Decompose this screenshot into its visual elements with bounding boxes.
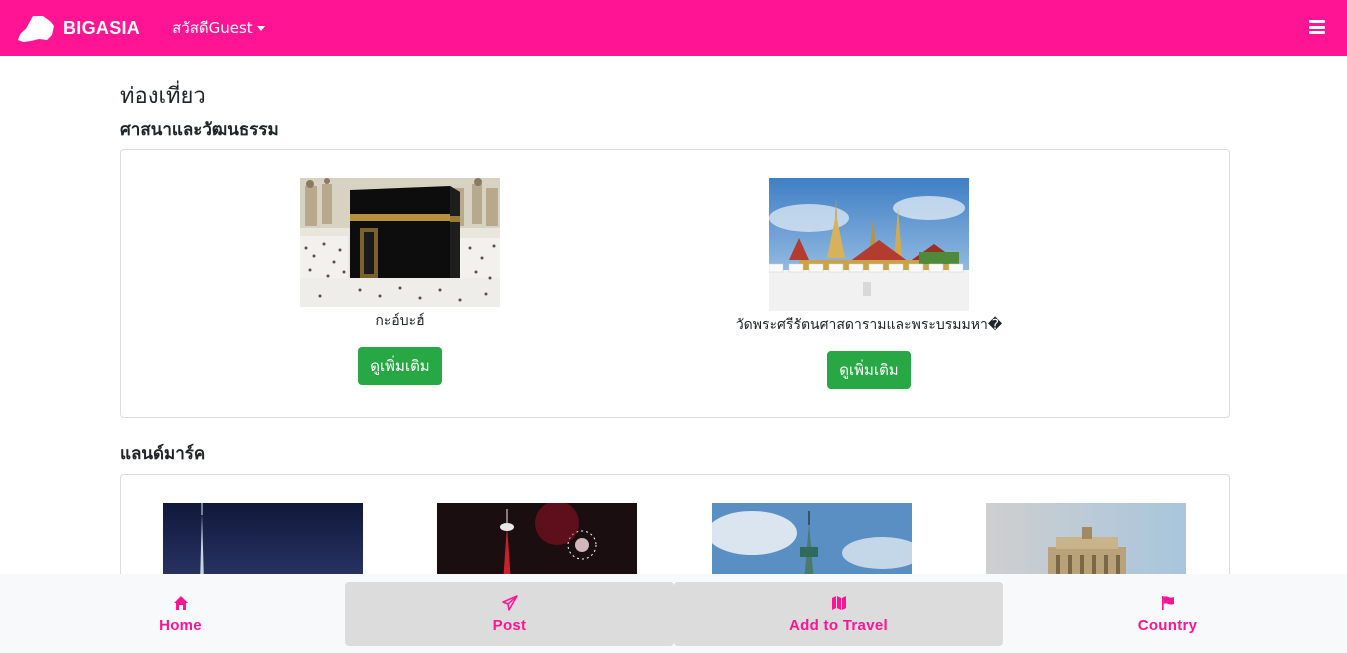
landmark-image-2[interactable] (437, 503, 637, 583)
nav-post[interactable]: Post (345, 582, 674, 646)
main-content: ท่องเที่ยว ศาสนาและวัฒนธรรม กะอ์บะฮ์ ดูเ… (120, 56, 1230, 614)
user-dropdown[interactable]: สวัสดีGuest (172, 16, 265, 40)
nav-home-label: Home (159, 616, 202, 634)
hamburger-menu-icon[interactable] (1309, 20, 1325, 34)
top-navbar: BIGASIA สวัสดีGuest (0, 0, 1347, 56)
nav-home[interactable]: Home (16, 582, 345, 646)
brand-name: BIGASIA (63, 17, 141, 38)
landmark-image-4[interactable] (986, 503, 1186, 583)
wat-phra-kaew-image[interactable] (769, 178, 969, 311)
section-title-religion: ศาสนาและวัฒนธรรม (120, 120, 279, 140)
place-name-kaaba: กะอ์บะฮ์ (375, 313, 425, 329)
landmark-image-1[interactable] (163, 503, 363, 583)
page-title: ท่องเที่ยว (120, 84, 206, 109)
place-item-kaaba: กะอ์บะฮ์ ดูเพิ่มเติม (300, 178, 500, 385)
bottom-navigation: Home Post Add to Travel Country (0, 574, 1347, 653)
religion-card: กะอ์บะฮ์ ดูเพิ่มเติม วัดพระศรีรัตนศาสดาร… (120, 149, 1230, 418)
section-title-landmark: แลนด์มาร์ค (120, 444, 206, 464)
flag-icon (1161, 595, 1174, 610)
brand-logo-icon (18, 16, 54, 42)
place-item-wat-phra-kaew: วัดพระศรีรัตนศาสดารามและพระบรมมหา� ดูเพิ… (689, 178, 1049, 389)
place-name-wat-phra-kaew: วัดพระศรีรัตนศาสดารามและพระบรมมหา� (735, 317, 1003, 333)
paper-plane-icon (501, 594, 518, 611)
user-greeting: สวัสดีGuest (172, 19, 253, 37)
nav-country-label: Country (1137, 616, 1198, 634)
kaaba-image[interactable] (300, 178, 500, 307)
caret-down-icon (256, 26, 265, 31)
view-more-button-kaaba[interactable]: ดูเพิ่มเติม (358, 347, 442, 385)
nav-add-to-travel-label: Add to Travel (789, 616, 888, 634)
nav-country[interactable]: Country (1003, 582, 1332, 646)
home-icon (173, 595, 188, 610)
map-icon (831, 595, 846, 610)
brand-link[interactable]: BIGASIA (17, 13, 140, 43)
nav-add-to-travel[interactable]: Add to Travel (674, 582, 1003, 646)
nav-post-label: Post (492, 616, 527, 634)
view-more-button-wat-phra-kaew[interactable]: ดูเพิ่มเติม (827, 351, 911, 389)
landmark-image-3[interactable] (712, 503, 912, 583)
